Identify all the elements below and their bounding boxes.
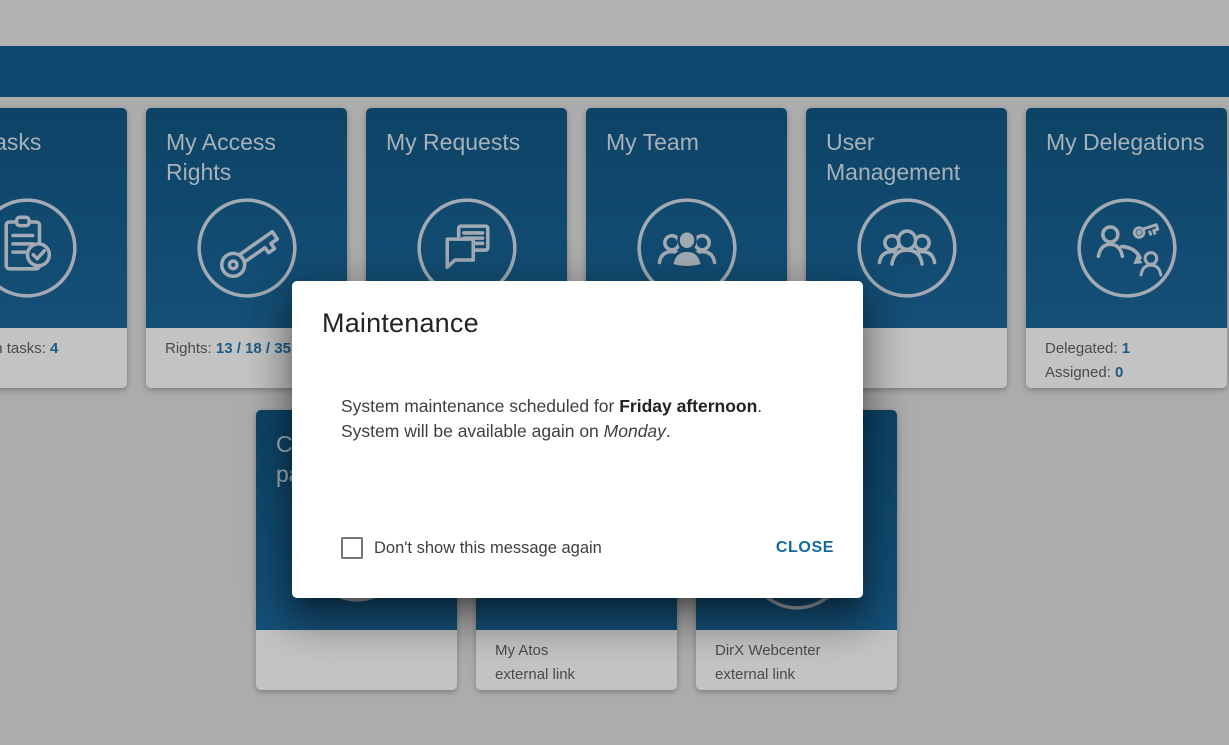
dont-show-again-option[interactable]: Don't show this message again — [341, 537, 602, 559]
tile-caption: Delegated: 1Assigned: 0 — [1026, 328, 1227, 388]
tile-title: User Management — [806, 108, 1007, 187]
dialog-footer: Don't show this message again CLOSE — [341, 531, 836, 565]
tile-title: My Team — [586, 108, 787, 157]
top-strip — [0, 0, 1229, 46]
tile-caption: My Atosexternal link — [476, 630, 677, 690]
tile-title: My Requests — [366, 108, 567, 157]
tile-caption: My open tasks: 4 — [0, 328, 127, 388]
clipboard-check-icon — [0, 196, 79, 300]
caption-line: external link — [715, 663, 883, 687]
app-header-bar — [0, 46, 1229, 97]
maintenance-dialog: Maintenance System maintenance scheduled… — [292, 281, 863, 598]
tile-header: My Delegations — [1026, 108, 1227, 328]
tile-title: My Access Rights — [146, 108, 347, 187]
tile-caption — [256, 630, 457, 690]
close-button[interactable]: CLOSE — [774, 533, 836, 563]
caption-line: My Atos — [495, 639, 663, 663]
dont-show-again-label: Don't show this message again — [374, 539, 602, 558]
dialog-message: System maintenance scheduled for Friday … — [341, 394, 823, 443]
tile-header: My Tasks — [0, 108, 127, 328]
key-icon — [195, 196, 299, 300]
tile-title: My Tasks — [0, 108, 127, 157]
caption-line: Assigned: 0 — [1045, 361, 1213, 385]
people-group-icon — [855, 196, 959, 300]
dialog-title: Maintenance — [322, 308, 479, 339]
page-background: { "colors": { "header": "#0e4a70", "page… — [0, 0, 1229, 745]
caption-line: external link — [495, 663, 663, 687]
delegation-key-icon — [1075, 196, 1179, 300]
dont-show-again-checkbox[interactable] — [341, 537, 363, 559]
tile-my-tasks[interactable]: My Tasks My open tasks: 4 — [0, 108, 127, 388]
tile-my-delegations[interactable]: My Delegations Delegated: 1Assigned: 0 — [1026, 108, 1227, 388]
tile-title: My Delegations — [1026, 108, 1227, 157]
tile-caption: DirX Webcenterexternal link — [696, 630, 897, 690]
caption-line: DirX Webcenter — [715, 639, 883, 663]
caption-line: Delegated: 1 — [1045, 337, 1213, 361]
caption-line: My open tasks: 4 — [0, 337, 113, 361]
